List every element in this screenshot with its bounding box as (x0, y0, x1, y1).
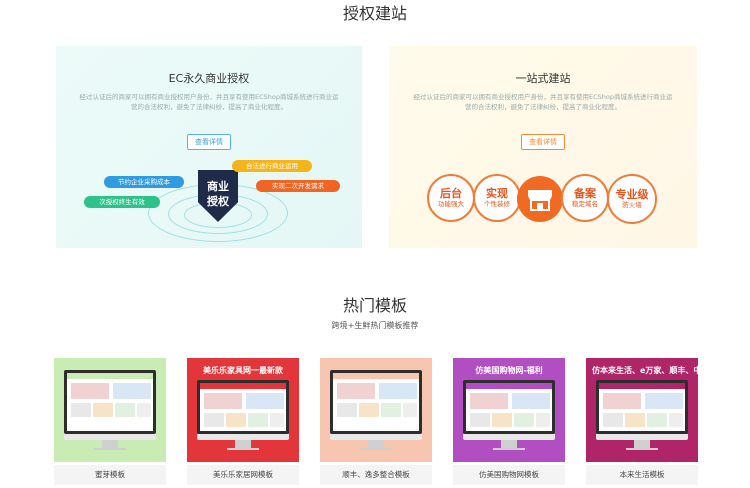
template-card[interactable]: 顺丰、逸多整合模板 (320, 358, 432, 486)
shield-text-line: 授权 (207, 195, 229, 208)
monitor-icon (64, 370, 156, 434)
feature-subtitle: 防火墙 (622, 201, 642, 209)
screen-content-block (71, 403, 91, 417)
screen-content-block (379, 383, 417, 399)
feature-circle: 专业级 防火墙 (607, 174, 657, 224)
view-details-button[interactable]: 查看详情 (521, 134, 565, 150)
tag-pill: 次授权终生有效 (84, 196, 160, 208)
section-title-hot-templates: 热门模板 (342, 296, 407, 315)
screen-content-block (647, 413, 667, 427)
template-label[interactable]: 仿美国购物网模板 (453, 465, 565, 485)
template-card[interactable]: 仿美国购物网-福利仿美国购物网模板 (453, 358, 565, 486)
screen-content-block (645, 393, 683, 409)
screen-content-block (226, 413, 246, 427)
section-title-authorization: 授权建站 (342, 4, 407, 23)
monitor-base (493, 448, 525, 450)
tag-pill: 合法进行商业运用 (232, 160, 312, 172)
template-preview[interactable] (320, 358, 432, 462)
commercial-license-card: EC永久商业授权 经过认证后的商家可以拥有商业授权用户身份，并且享有使用ECSh… (56, 46, 362, 248)
monitor-stand (634, 440, 650, 448)
screen-content-block (470, 393, 508, 409)
feature-circle: 备案 稳定域名 (561, 174, 609, 222)
tag-pill: 节约企业采购成本 (104, 176, 184, 188)
screen-content-block (603, 393, 641, 409)
template-label[interactable]: 蜜芽模板 (54, 465, 166, 485)
screen-header (466, 383, 552, 389)
monitor-stand (501, 440, 517, 448)
screen-header (599, 383, 685, 389)
feature-title: 后台 (440, 187, 462, 200)
monitor-icon (197, 380, 289, 434)
monitor-base (360, 448, 392, 450)
template-banner-text: 仿本来生活、e万家、顺丰、中粮 (592, 366, 710, 375)
screen-content-block (536, 413, 550, 427)
feature-subtitle: 个性装修 (484, 200, 510, 208)
screen-content-block (337, 383, 375, 399)
template-preview[interactable] (54, 358, 166, 462)
monitor-icon (596, 380, 688, 434)
feature-title: 备案 (574, 187, 596, 200)
shield-text: 商业 授权 (198, 179, 238, 209)
tag-pill: 实现二次开发需求 (256, 180, 340, 192)
screen-content-block (492, 413, 512, 427)
card-title: EC永久商业授权 (168, 72, 250, 85)
feature-title: 专业级 (615, 188, 649, 201)
screen-content-block (113, 383, 151, 399)
screen-header (67, 373, 153, 379)
view-details-button[interactable]: 查看详情 (187, 134, 231, 150)
template-banner-text: 仿美国购物网-福利 (475, 366, 543, 375)
screen-content-block (669, 413, 683, 427)
screen-content-block (248, 413, 268, 427)
screen-content-block (137, 403, 151, 417)
screen-content-block (337, 403, 357, 417)
monitor-icon (330, 370, 422, 434)
template-label[interactable]: 顺丰、逸多整合模板 (320, 465, 432, 485)
card-description: 经过认证后的商家可以拥有商业授权用户身份，并且享有使用ECShop商城系统进行商… (79, 93, 339, 111)
screen-content-block (71, 383, 109, 399)
screen-content-block (246, 393, 284, 409)
monitor-base (227, 448, 259, 450)
screen-content-block (270, 413, 284, 427)
template-label[interactable]: 美乐乐家居网模板 (187, 465, 299, 485)
store-icon (517, 176, 563, 222)
monitor-stand (235, 440, 251, 448)
screen-content-block (403, 403, 417, 417)
monitor-stand (368, 440, 384, 448)
section-subtitle: 跨境+生鲜热门模板推荐 (331, 321, 419, 330)
screen-header (333, 373, 419, 379)
monitor-base (626, 448, 658, 450)
template-preview[interactable]: 仿美国购物网-福利 (453, 358, 565, 462)
template-card[interactable]: 蜜芽模板 (54, 358, 166, 486)
template-card[interactable]: 仿本来生活、e万家、顺丰、中粮本来生活模板 (586, 358, 710, 486)
screen-content-block (359, 403, 379, 417)
feature-subtitle: 稳定域名 (572, 200, 598, 208)
screen-content-block (625, 413, 645, 427)
feature-circle: 后台 功能强大 (427, 174, 475, 222)
monitor-stand (102, 440, 118, 448)
template-preview[interactable]: 仿本来生活、e万家、顺丰、中粮 (586, 358, 710, 462)
screen-content-block (381, 403, 401, 417)
screen-content-block (514, 413, 534, 427)
screen-content-block (512, 393, 550, 409)
monitor-icon (463, 380, 555, 434)
monitor-base (94, 448, 126, 450)
screen-content-block (204, 393, 242, 409)
shield-text-line: 商业 (207, 180, 229, 193)
card-title: 一站式建站 (515, 72, 571, 85)
template-label[interactable]: 本来生活模板 (586, 465, 698, 485)
screen-content-block (93, 403, 113, 417)
feature-circle: 实现 个性装修 (473, 174, 521, 222)
template-banner-text: 美乐乐家具网一最新款 (203, 366, 283, 375)
screen-header (200, 383, 286, 389)
screen-content-block (115, 403, 135, 417)
card-description: 经过认证后的商家可以拥有商业授权用户身份，并且享有使用ECShop商城系统进行商… (413, 93, 673, 111)
feature-title: 实现 (486, 187, 508, 200)
screen-content-block (603, 413, 623, 427)
one-stop-build-card: 一站式建站 经过认证后的商家可以拥有商业授权用户身份，并且享有使用ECShop商… (389, 46, 697, 248)
screen-content-block (204, 413, 224, 427)
screen-content-block (470, 413, 490, 427)
feature-subtitle: 功能强大 (438, 200, 464, 208)
template-preview[interactable]: 美乐乐家具网一最新款 (187, 358, 299, 462)
template-card[interactable]: 美乐乐家具网一最新款美乐乐家居网模板 (187, 358, 299, 486)
